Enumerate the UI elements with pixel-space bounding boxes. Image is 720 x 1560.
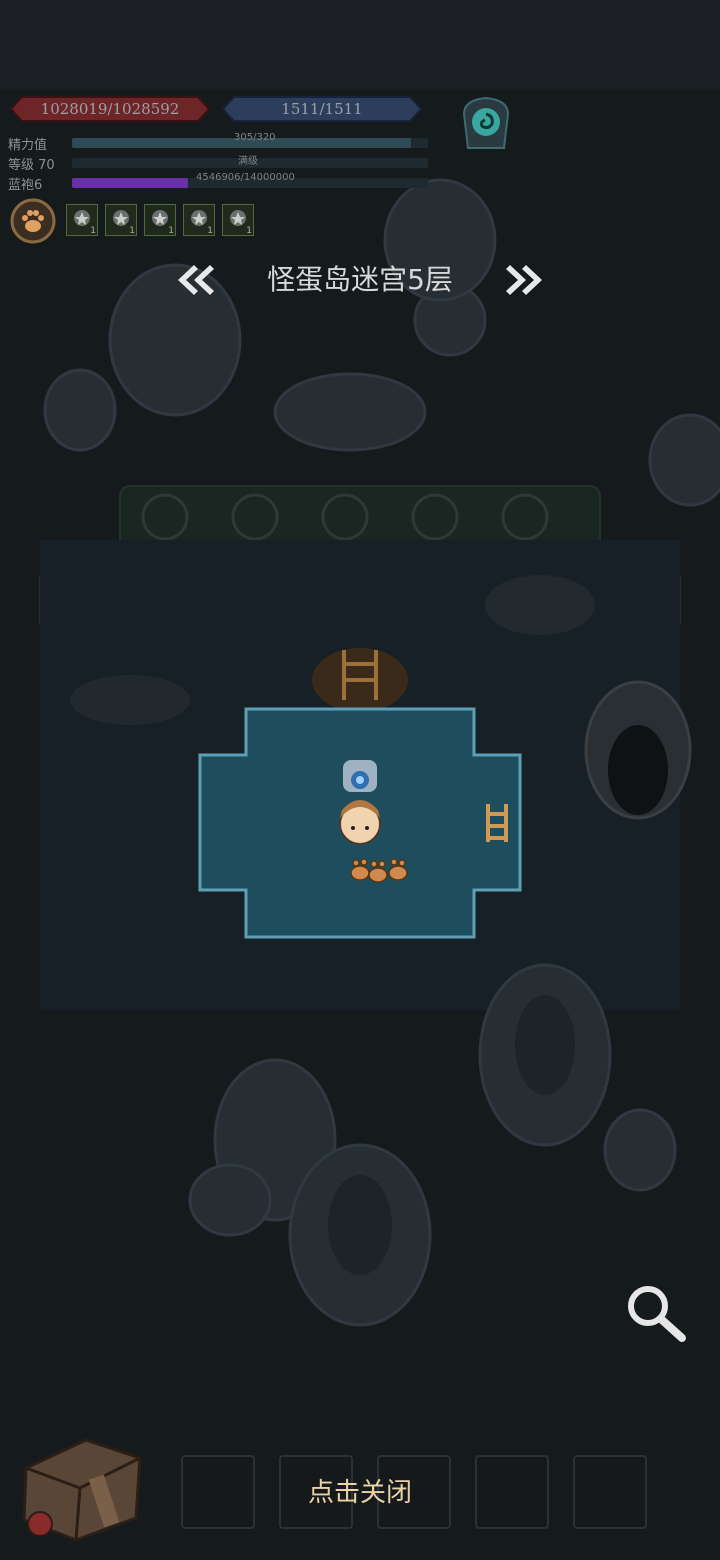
portal-stone-icon	[343, 760, 377, 792]
level-row: 等级 70 满级	[8, 154, 428, 173]
mp-value: 1511/1511	[281, 100, 363, 118]
reward-slot[interactable]: 1	[183, 204, 215, 236]
reward-slot[interactable]: 1	[66, 204, 98, 236]
robe-row: 蓝袍6 4546906/14000000	[8, 172, 428, 193]
reward-slot[interactable]: 1	[105, 204, 137, 236]
stamina-label: 精力值	[8, 138, 48, 153]
player-avatar-icon	[339, 800, 381, 845]
search-icon[interactable]	[624, 1282, 688, 1342]
close-map-button[interactable]: 点击关闭	[278, 1470, 442, 1516]
next-floor-arrow-icon[interactable]	[504, 262, 548, 298]
quick-slot[interactable]	[181, 1455, 255, 1529]
backpack-icon[interactable]	[16, 1428, 148, 1544]
hp-bar: 1028019/1028592	[10, 96, 210, 122]
robe-label: 蓝袍6	[8, 178, 43, 193]
quick-slot[interactable]	[573, 1455, 647, 1529]
stat-fill	[72, 178, 188, 188]
robe-value: 4546906/14000000	[196, 172, 295, 183]
pet-paw-button[interactable]	[10, 198, 56, 244]
quick-slot[interactable]	[475, 1455, 549, 1529]
portal-swirl-icon[interactable]	[458, 94, 514, 152]
level-label: 等级 70	[8, 158, 55, 173]
level-value: 满级	[238, 156, 258, 167]
reward-slot[interactable]: 1	[144, 204, 176, 236]
reward-slot[interactable]: 1	[222, 204, 254, 236]
floor-title: 怪蛋岛迷宫5层	[267, 263, 453, 296]
mp-bar: 1511/1511	[222, 96, 422, 122]
stamina-row: 精力值 305/320	[8, 132, 428, 153]
stamina-value: 305/320	[234, 132, 276, 143]
hp-value: 1028019/1028592	[40, 100, 180, 118]
paw-prints-icon	[350, 858, 408, 883]
